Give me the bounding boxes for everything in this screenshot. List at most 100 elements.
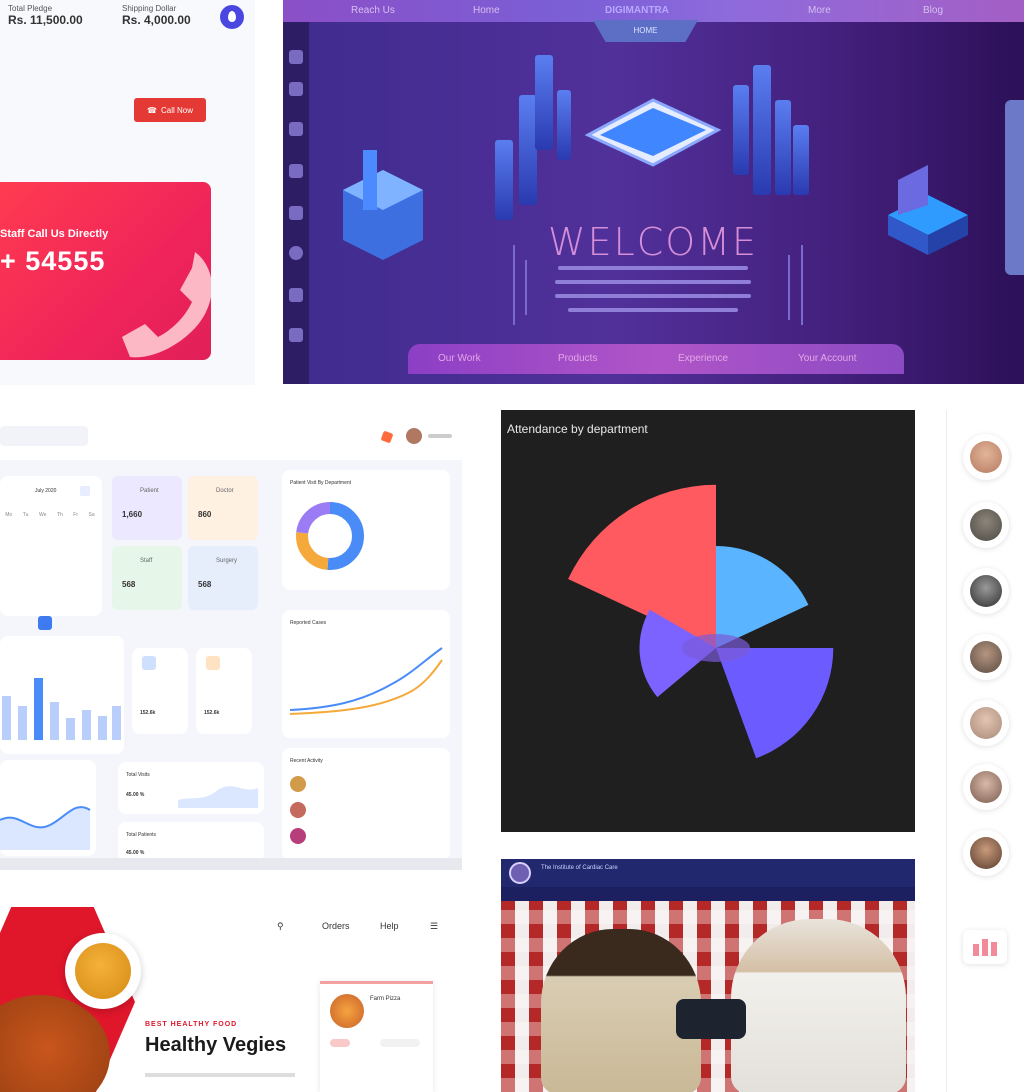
revenue-card: 152.6k (196, 648, 252, 734)
calendar-selected-day[interactable] (38, 616, 52, 630)
photo-tile: The Institute of Cardiac Care (501, 859, 915, 1092)
isometric-illustration (283, 0, 1024, 384)
bottom-nav-account[interactable]: Your Account (798, 353, 857, 364)
avatar[interactable] (406, 428, 422, 444)
site-logo[interactable] (509, 862, 531, 884)
avatar[interactable] (963, 830, 1009, 876)
stat-card-surgery[interactable]: Surgery 568 (188, 546, 258, 610)
text-line (555, 280, 751, 284)
activity-avatar (290, 776, 306, 792)
stat-right-value: Rs. 4,000.00 (122, 13, 191, 27)
person-right (731, 919, 906, 1092)
price-pill (380, 1039, 420, 1047)
stat-card-value: 1,660 (122, 510, 143, 519)
stat-card-staff[interactable]: Staff 568 (112, 546, 182, 610)
weekday: Mo (5, 512, 13, 518)
weekday: Fr (73, 512, 78, 518)
dashboard-tile: July 2020 Mo Tu We Th Fr Sa Patient 1,66… (0, 410, 462, 870)
department-visits-card: Patient Visit By Department (282, 470, 450, 590)
call-card: Staff Call Us Directly + 54555 (0, 182, 211, 360)
reported-cases-chart (290, 647, 443, 715)
pillar (753, 65, 771, 195)
phone-large-icon (122, 252, 211, 358)
weekday: We (38, 512, 47, 518)
welcome-tile: Reach Us Home DIGIMANTRA More Blog HOME (283, 0, 1024, 384)
panel-title: Recent Activity (290, 758, 323, 764)
avatar[interactable] (963, 764, 1009, 810)
polar-slice-B[interactable] (716, 546, 809, 648)
nav-orders[interactable]: Orders (322, 921, 350, 931)
panel-title: Total Visits (126, 772, 150, 778)
blood-pressure-cuff (676, 999, 746, 1039)
search-icon[interactable]: ⚲ (277, 921, 284, 932)
quantity-pill[interactable] (330, 1039, 350, 1047)
polar-center (682, 634, 750, 662)
panel-title: Patient Visit By Department (290, 480, 352, 486)
stat-left: Total Pledge Rs. 11,500.00 (8, 4, 83, 27)
pillar (775, 100, 791, 195)
avatar[interactable] (963, 700, 1009, 746)
call-tile: Total Pledge Rs. 11,500.00 Shipping Doll… (0, 0, 255, 385)
pizza-image (330, 994, 364, 1028)
revenue-icon (142, 656, 156, 670)
site-nav (501, 887, 915, 901)
server-left-icon (343, 150, 423, 260)
total-patients-card: Total Patients 45.00 % (118, 822, 264, 862)
food-tile: ⚲ Orders Help ☰ BEST HEALTHY FOOD Health… (0, 895, 462, 1092)
polar-area-chart (568, 484, 834, 759)
avatar[interactable] (963, 568, 1009, 614)
polar-slice-A[interactable] (568, 484, 716, 648)
weekday: Tu (22, 512, 29, 518)
stat-card-value: 568 (198, 580, 212, 589)
drop-icon[interactable] (220, 5, 244, 29)
search-input[interactable] (0, 426, 88, 446)
order-card[interactable]: Farm Pizza (320, 981, 433, 1092)
notification-icon[interactable] (380, 430, 394, 444)
calendar-next-button[interactable] (80, 486, 90, 496)
food-headline: Healthy Vegies (145, 1034, 287, 1056)
revenue-icon (206, 656, 220, 670)
donut-chart (296, 502, 364, 570)
stat-left-label: Total Pledge (8, 4, 53, 13)
bottom-nav-products[interactable]: Products (558, 353, 597, 364)
calendar-card: July 2020 Mo Tu We Th Fr Sa (0, 476, 102, 630)
stat-card-patient[interactable]: Patient 1,660 (112, 476, 182, 540)
call-card-caption: Staff Call Us Directly (0, 228, 109, 240)
avatars-tile (946, 410, 1024, 1092)
pillar (733, 85, 749, 175)
nav-help[interactable]: Help (380, 921, 399, 931)
revenue-value: 152.6k (140, 710, 156, 716)
dashboard-footer (0, 858, 462, 870)
area-chart (0, 806, 91, 850)
dashboard-topbar (0, 410, 462, 460)
weekday-row: Mo Tu We Th Fr Sa (0, 512, 100, 518)
text-line (555, 294, 751, 298)
calendar-month: July 2020 (35, 488, 57, 494)
deco-line (788, 255, 790, 320)
stat-right: Shipping Dollar Rs. 4,000.00 (122, 4, 191, 27)
chart-badge-icon[interactable] (963, 930, 1007, 964)
avatar[interactable] (963, 434, 1009, 480)
panel-title: Reported Cases (290, 620, 327, 626)
reported-cases-card: Reported Cases (282, 610, 450, 738)
revenue-card: 152.6k (132, 648, 188, 734)
text-line (558, 266, 748, 270)
stat-card-label: Surgery (216, 558, 238, 564)
pillar (535, 55, 553, 150)
bottom-nav-experience[interactable]: Experience (678, 353, 728, 364)
menu-icon[interactable]: ☰ (430, 921, 438, 932)
stat-left-value: Rs. 11,500.00 (8, 13, 83, 27)
tablet-icon (584, 98, 722, 167)
site-title: The Institute of Cardiac Care (541, 865, 618, 871)
polar-slice-C[interactable] (716, 648, 834, 759)
avatar[interactable] (963, 634, 1009, 680)
stat-card-doctor[interactable]: Doctor 860 (188, 476, 258, 540)
bottom-nav-our-work[interactable]: Our Work (438, 353, 481, 364)
call-now-button[interactable]: ☎ Call Now (134, 98, 206, 122)
welcome-title: WELCOME (548, 220, 758, 264)
panel-title: Total Patients (126, 832, 157, 838)
stat-card-label: Doctor (216, 488, 234, 494)
avatar[interactable] (963, 502, 1009, 548)
bottom-nav: Our Work Products Experience Your Accoun… (408, 344, 904, 374)
chart-tile: Attendance by department (501, 410, 915, 832)
